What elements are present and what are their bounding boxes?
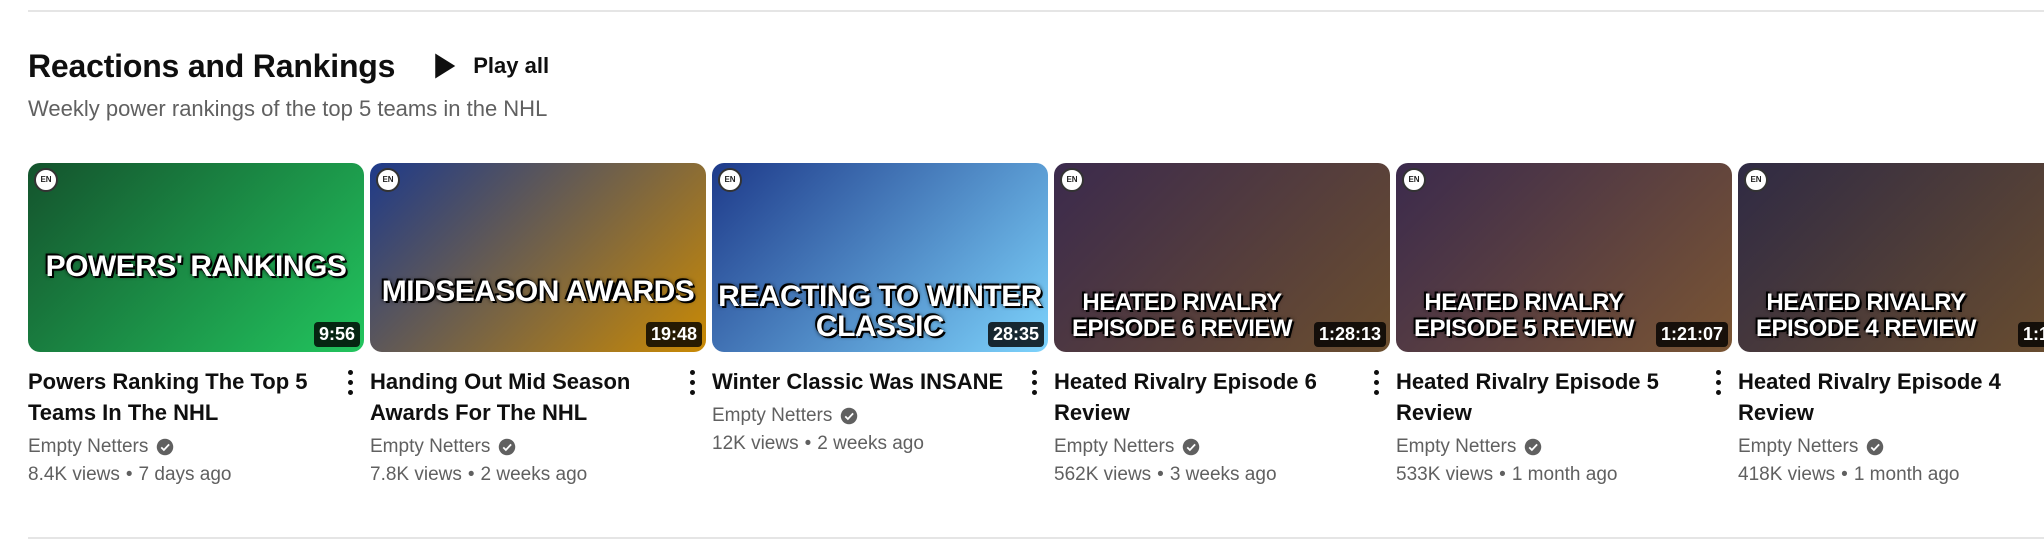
video-thumbnail[interactable]: EN Reacting to Winter Classic 28:35 — [712, 163, 1048, 352]
thumbnail-text: Heated Rivalry Episode 4 Review — [1755, 289, 1977, 342]
top-divider — [28, 0, 2044, 12]
meta-separator: • — [467, 464, 475, 485]
channel-watermark-icon: EN — [1060, 168, 1084, 192]
meta-separator: • — [1841, 464, 1848, 485]
channel-row: Empty Netters — [28, 436, 330, 458]
channel-row: Empty Netters — [370, 436, 672, 458]
video-metadata: 533K views • 1 month ago — [1396, 464, 1698, 486]
duration-badge: 28:35 — [987, 322, 1044, 347]
more-vert-icon[interactable] — [338, 366, 362, 398]
verified-badge-icon — [841, 407, 858, 425]
channel-row: Empty Netters — [712, 405, 1014, 427]
video-details: Heated Rivalry Episode 5 Review Empty Ne… — [1396, 366, 1732, 486]
video-details: Heated Rivalry Episode 6 Review Empty Ne… — [1054, 366, 1390, 486]
channel-name[interactable]: Empty Netters — [712, 405, 832, 427]
video-thumbnail[interactable]: EN Midseason Awards 19:48 — [370, 163, 706, 352]
video-thumbnail[interactable]: EN Powers' Rankings 9:56 — [28, 163, 364, 352]
verified-badge-icon — [1525, 438, 1542, 456]
channel-name[interactable]: Empty Netters — [1396, 436, 1516, 458]
video-card: EN Heated Rivalry Episode 5 Review 1:21:… — [1396, 163, 1732, 486]
channel-watermark-icon: EN — [34, 168, 58, 192]
meta-separator: • — [1157, 464, 1164, 485]
view-count: 418K views — [1738, 464, 1836, 485]
upload-age: 1 month ago — [1511, 464, 1618, 485]
bottom-divider — [28, 537, 2044, 539]
verified-badge-icon — [1183, 438, 1200, 456]
video-thumbnail[interactable]: EN Heated Rivalry Episode 6 Review 1:28:… — [1054, 163, 1390, 352]
channel-watermark-icon: EN — [1744, 168, 1768, 192]
play-all-button[interactable]: Play all — [429, 51, 549, 81]
channel-row: Empty Netters — [1738, 436, 2040, 458]
upload-age: 3 weeks ago — [1169, 464, 1277, 485]
channel-row: Empty Netters — [1396, 436, 1698, 458]
view-count: 8.4K views — [28, 464, 120, 485]
duration-badge: 1:21:07 — [1655, 322, 1728, 347]
video-details: Handing Out Mid Season Awards For The NH… — [370, 366, 706, 486]
video-card: EN Reacting to Winter Classic 28:35 Wint… — [712, 163, 1048, 455]
play-all-label: Play all — [473, 53, 550, 78]
video-title[interactable]: Heated Rivalry Episode 5 Review — [1396, 366, 1698, 428]
duration-badge: 1:12: — [2017, 322, 2044, 347]
thumbnail-text: Powers' Rankings — [45, 250, 347, 283]
video-card: EN Midseason Awards 19:48 Handing Out Mi… — [370, 163, 706, 486]
more-vert-icon[interactable] — [1022, 366, 1046, 398]
duration-badge: 1:28:13 — [1313, 322, 1386, 347]
shelf-items: EN Powers' Rankings 9:56 Powers Ranking … — [28, 163, 2044, 503]
channel-name[interactable]: Empty Netters — [1738, 436, 1858, 458]
video-title[interactable]: Heated Rivalry Episode 4 Review — [1738, 366, 2040, 428]
more-vert-icon[interactable] — [1364, 366, 1388, 398]
view-count: 12K views — [712, 433, 799, 454]
upload-age: 2 weeks ago — [817, 433, 924, 454]
meta-separator: • — [125, 464, 133, 485]
meta-separator: • — [1499, 464, 1506, 485]
duration-badge: 19:48 — [645, 322, 702, 347]
video-metadata: 12K views • 2 weeks ago — [712, 433, 1014, 455]
video-title[interactable]: Heated Rivalry Episode 6 Review — [1054, 366, 1356, 428]
video-metadata: 562K views • 3 weeks ago — [1054, 464, 1356, 486]
more-vert-icon[interactable] — [1706, 366, 1730, 398]
play-icon — [435, 53, 456, 79]
channel-name[interactable]: Empty Netters — [28, 436, 148, 458]
video-details: Powers Ranking The Top 5 Teams In The NH… — [28, 366, 364, 486]
video-details: Heated Rivalry Episode 4 Review Empty Ne… — [1738, 366, 2044, 486]
view-count: 7.8K views — [370, 464, 462, 485]
video-thumbnail[interactable]: EN Heated Rivalry Episode 4 Review 1:12: — [1738, 163, 2044, 352]
video-metadata: 8.4K views • 7 days ago — [28, 464, 330, 486]
channel-watermark-icon: EN — [1402, 168, 1426, 192]
verified-badge-icon — [1867, 438, 1884, 456]
channel-name[interactable]: Empty Netters — [1054, 436, 1174, 458]
video-details: Winter Classic Was INSANE Empty Netters … — [712, 366, 1048, 455]
video-thumbnail[interactable]: EN Heated Rivalry Episode 5 Review 1:21:… — [1396, 163, 1732, 352]
verified-badge-icon — [157, 438, 174, 456]
shelf-title[interactable]: Reactions and Rankings — [28, 48, 395, 85]
channel-row: Empty Netters — [1054, 436, 1356, 458]
video-title[interactable]: Powers Ranking The Top 5 Teams In The NH… — [28, 366, 330, 428]
duration-badge: 9:56 — [313, 322, 360, 347]
channel-name[interactable]: Empty Netters — [370, 436, 490, 458]
view-count: 533K views — [1396, 464, 1494, 485]
thumbnail-text: Midseason Awards — [381, 275, 695, 308]
video-title[interactable]: Handing Out Mid Season Awards For The NH… — [370, 366, 672, 428]
shelf-header: Reactions and Rankings Play all — [28, 44, 549, 88]
channel-watermark-icon: EN — [376, 168, 400, 192]
shelf-subtitle: Weekly power rankings of the top 5 teams… — [28, 96, 548, 121]
video-title[interactable]: Winter Classic Was INSANE — [712, 366, 1014, 397]
video-card: EN Powers' Rankings 9:56 Powers Ranking … — [28, 163, 364, 486]
upload-age: 1 month ago — [1853, 464, 1960, 485]
video-metadata: 418K views • 1 month ago — [1738, 464, 2040, 486]
upload-age: 2 weeks ago — [480, 464, 588, 485]
view-count: 562K views — [1054, 464, 1152, 485]
video-metadata: 7.8K views • 2 weeks ago — [370, 464, 672, 486]
channel-watermark-icon: EN — [718, 168, 742, 192]
upload-age: 7 days ago — [138, 464, 232, 485]
meta-separator: • — [804, 433, 812, 454]
verified-badge-icon — [499, 438, 516, 456]
video-card: EN Heated Rivalry Episode 4 Review 1:12:… — [1738, 163, 2044, 486]
more-vert-icon[interactable] — [680, 366, 704, 398]
video-card: EN Heated Rivalry Episode 6 Review 1:28:… — [1054, 163, 1390, 486]
